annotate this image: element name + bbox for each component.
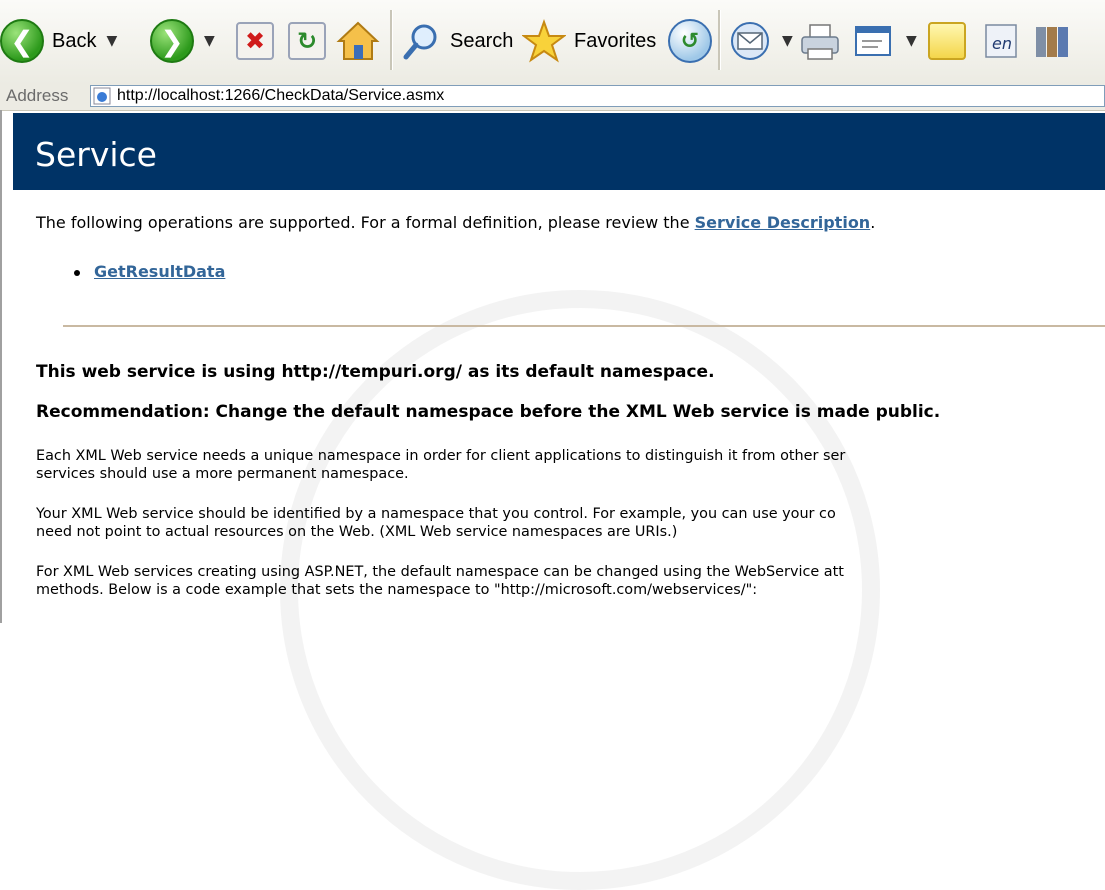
- toolbar-separator: [390, 10, 393, 70]
- mail-dropdown-icon[interactable]: ▼: [782, 33, 793, 49]
- operations-list: GetResultData: [74, 262, 225, 281]
- paragraph-identify-namespace: Your XML Web service should be identifie…: [36, 505, 836, 541]
- intro-sentence: The following operations are supported. …: [36, 213, 695, 232]
- back-label: Back: [52, 29, 97, 52]
- edit-button[interactable]: ▼: [852, 16, 917, 66]
- history-button[interactable]: ↺: [668, 16, 712, 66]
- paragraph-aspnet: For XML Web services creating using ASP.…: [36, 563, 844, 599]
- browser-toolbar: ❮ Back ▼ ❯ ▼ ✖ ↻ Search Favorites ↺ ▼ ▼ …: [0, 0, 1105, 85]
- paragraph-unique-namespace: Each XML Web service needs a unique name…: [36, 447, 845, 483]
- search-icon: [403, 24, 437, 60]
- page-title: Service: [35, 135, 157, 174]
- search-button[interactable]: Search: [402, 16, 513, 66]
- intro-end: .: [870, 213, 876, 232]
- forward-dropdown-icon[interactable]: ▼: [204, 33, 215, 49]
- bullet-icon: [74, 269, 80, 276]
- notes-icon: [928, 22, 966, 60]
- toolbar-separator: [718, 10, 721, 70]
- stop-icon: ✖: [236, 22, 274, 60]
- favorites-icon: [522, 19, 566, 63]
- messenger-icon: en: [985, 24, 1017, 58]
- paragraph-line: Each XML Web service needs a unique name…: [36, 448, 846, 464]
- paragraph-line: For XML Web services creating using ASP.…: [36, 564, 844, 580]
- ie-page-icon: [93, 87, 111, 105]
- print-button[interactable]: [798, 16, 842, 66]
- paragraph-line: need not point to actual resources on th…: [36, 524, 678, 540]
- research-icon: [1036, 27, 1068, 57]
- home-icon: [336, 21, 380, 60]
- mail-button[interactable]: ▼: [728, 16, 793, 66]
- page-header: Service: [13, 113, 1105, 190]
- edit-dropdown-icon[interactable]: ▼: [906, 33, 917, 49]
- research-button[interactable]: [1030, 16, 1074, 66]
- window-border: [0, 110, 2, 623]
- service-description-link[interactable]: Service Description: [695, 213, 871, 232]
- refresh-button[interactable]: ↻: [288, 16, 326, 66]
- intro-text: The following operations are supported. …: [36, 213, 875, 232]
- divider: [63, 325, 1105, 327]
- forward-icon: ❯: [150, 19, 194, 63]
- edit-icon: [855, 26, 891, 56]
- paragraph-line: Your XML Web service should be identifie…: [36, 506, 836, 522]
- favorites-label: Favorites: [574, 29, 657, 52]
- forward-button[interactable]: ❯ ▼: [150, 16, 215, 66]
- namespace-heading: This web service is using http://tempuri…: [36, 362, 715, 382]
- recommendation-heading: Recommendation: Change the default names…: [36, 402, 941, 422]
- favorites-button[interactable]: Favorites: [522, 16, 656, 66]
- back-button[interactable]: ❮ Back ▼: [0, 16, 117, 66]
- mail-icon: [731, 22, 769, 60]
- stop-button[interactable]: ✖: [236, 16, 274, 66]
- address-label: Address: [6, 86, 69, 105]
- paragraph-line: methods. Below is a code example that se…: [36, 582, 758, 598]
- search-label: Search: [450, 29, 514, 52]
- refresh-icon: ↻: [288, 22, 326, 60]
- home-button[interactable]: [336, 16, 380, 66]
- address-url: http://localhost:1266/CheckData/Service.…: [117, 87, 445, 104]
- address-input[interactable]: http://localhost:1266/CheckData/Service.…: [90, 85, 1105, 107]
- notes-button[interactable]: [928, 16, 966, 66]
- back-dropdown-icon[interactable]: ▼: [106, 33, 117, 49]
- print-icon: [801, 24, 839, 60]
- back-icon: ❮: [0, 19, 44, 63]
- address-bar: Address http://localhost:1266/CheckData/…: [0, 84, 1105, 111]
- operation-link-getresultdata[interactable]: GetResultData: [94, 262, 225, 281]
- svg-text:en: en: [992, 34, 1012, 53]
- messenger-button[interactable]: en: [980, 16, 1024, 66]
- paragraph-line: services should use a more permanent nam…: [36, 466, 409, 482]
- history-icon: ↺: [668, 19, 712, 63]
